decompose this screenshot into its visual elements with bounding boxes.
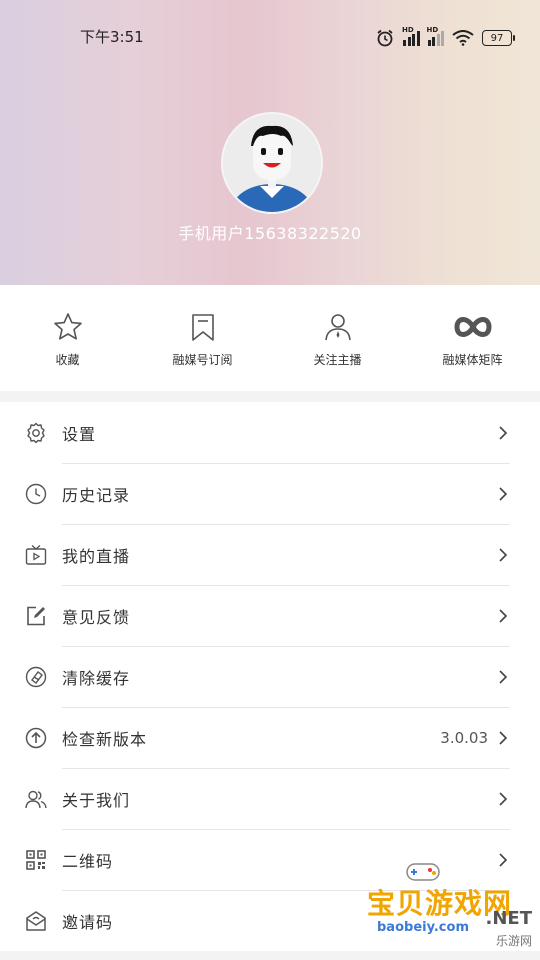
wifi-icon bbox=[452, 30, 474, 46]
username[interactable]: 手机用户15638322520 bbox=[0, 220, 540, 244]
chevron-right-icon bbox=[499, 547, 508, 562]
menu-item-about-us[interactable]: 关于我们 bbox=[0, 768, 540, 829]
watermark: 宝贝游戏网 .NET baobeiy.com 乐游网 bbox=[367, 863, 532, 948]
signal-2-label: HD bbox=[426, 25, 439, 34]
chevron-right-icon bbox=[499, 608, 508, 623]
menu-item-settings[interactable]: 设置 bbox=[0, 402, 540, 463]
gamepad-icon bbox=[406, 863, 440, 881]
avatar[interactable] bbox=[221, 112, 323, 214]
star-icon bbox=[53, 313, 82, 340]
menu-item-check-version[interactable]: 检查新版本 3.0.03 bbox=[0, 707, 540, 768]
watermark-url: baobeiy.com bbox=[377, 920, 469, 935]
battery-level: 97 bbox=[490, 32, 504, 44]
alarm-icon bbox=[377, 29, 393, 47]
gear-icon bbox=[27, 422, 45, 444]
avatar-icon bbox=[223, 114, 321, 212]
menu-item-label: 意见反馈 bbox=[62, 607, 131, 627]
chevron-right-icon bbox=[499, 669, 508, 684]
quick-action-media-matrix[interactable]: 融媒体矩阵 bbox=[405, 285, 540, 391]
watermark-net: .NET bbox=[485, 908, 532, 929]
battery-icon: 97 bbox=[482, 30, 515, 46]
infinity-icon bbox=[453, 317, 492, 337]
quick-action-label: 关注主播 bbox=[313, 353, 362, 367]
quick-action-follow-anchors[interactable]: 关注主播 bbox=[270, 285, 405, 391]
quick-action-label: 融媒号订阅 bbox=[172, 353, 233, 367]
chevron-right-icon bbox=[499, 486, 508, 501]
quick-action-label: 融媒体矩阵 bbox=[442, 353, 503, 367]
status-icons: HD HD 97 bbox=[375, 26, 515, 48]
quick-action-label: 收藏 bbox=[55, 353, 80, 367]
watermark-sub: 乐游网 bbox=[495, 934, 532, 948]
menu-item-label: 关于我们 bbox=[62, 790, 131, 810]
menu-item-label: 设置 bbox=[62, 424, 97, 444]
status-time: 下午3:51 bbox=[80, 28, 144, 46]
menu-item-my-live[interactable]: 我的直播 bbox=[0, 524, 540, 585]
signal-1-icon: HD bbox=[402, 26, 420, 46]
chevron-right-icon bbox=[499, 852, 508, 867]
tv-icon bbox=[25, 544, 47, 565]
eraser-icon bbox=[25, 666, 47, 688]
person-icon bbox=[324, 314, 351, 341]
menu-item-label: 历史记录 bbox=[62, 485, 131, 505]
quick-actions: 收藏 融媒号订阅 关注主播 融媒体矩阵 bbox=[0, 285, 540, 391]
chevron-right-icon bbox=[499, 425, 508, 440]
chevron-right-icon bbox=[499, 730, 508, 745]
menu-item-label: 检查新版本 bbox=[62, 729, 148, 749]
menu-item-history[interactable]: 历史记录 bbox=[0, 463, 540, 524]
users-icon bbox=[25, 790, 47, 809]
invite-icon bbox=[26, 911, 46, 931]
clock-icon bbox=[25, 483, 47, 505]
upload-icon bbox=[25, 727, 47, 749]
signal-2-icon: HD bbox=[427, 26, 444, 46]
menu-item-label: 邀请码 bbox=[62, 912, 114, 932]
edit-icon bbox=[27, 606, 45, 626]
version-value: 3.0.03 bbox=[440, 728, 488, 747]
signal-1-label: HD bbox=[402, 25, 414, 34]
bookmark-icon bbox=[191, 314, 214, 341]
quick-action-favorites[interactable]: 收藏 bbox=[0, 285, 135, 391]
status-bar: 下午3:51 HD HD 97 bbox=[0, 26, 540, 50]
chevron-right-icon bbox=[499, 791, 508, 806]
menu-item-label: 二维码 bbox=[62, 851, 114, 871]
profile-header: 下午3:51 HD HD 97 手机用户15638322520 bbox=[0, 0, 540, 285]
qrcode-icon bbox=[26, 850, 46, 870]
menu-item-clear-cache[interactable]: 清除缓存 bbox=[0, 646, 540, 707]
quick-action-subscriptions[interactable]: 融媒号订阅 bbox=[135, 285, 270, 391]
menu-item-label: 清除缓存 bbox=[62, 668, 131, 688]
menu-item-label: 我的直播 bbox=[62, 546, 131, 566]
menu-item-feedback[interactable]: 意见反馈 bbox=[0, 585, 540, 646]
